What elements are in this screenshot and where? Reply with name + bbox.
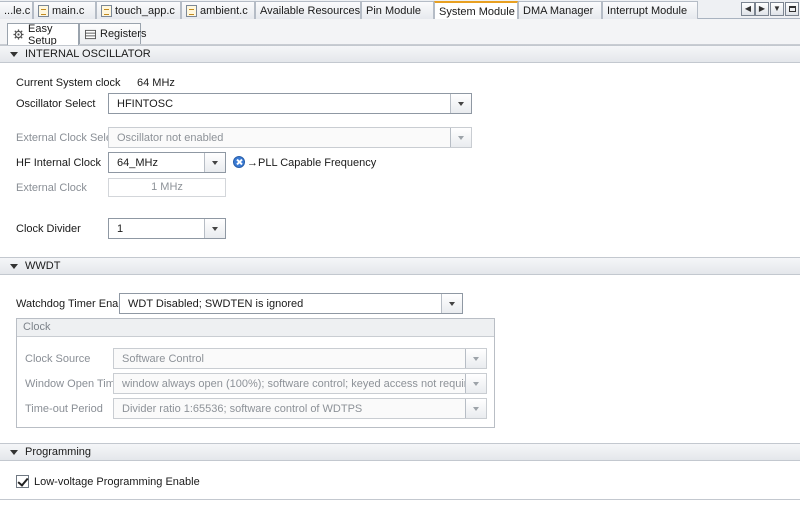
bottom-divider — [0, 499, 800, 500]
clock-source-label: Clock Source — [25, 353, 91, 365]
chevron-down-icon[interactable] — [465, 349, 486, 368]
tab-label: DMA Manager — [523, 4, 594, 17]
tab-label: main.c — [52, 4, 85, 17]
c-file-icon — [186, 4, 197, 17]
chevron-down-icon[interactable] — [441, 294, 462, 313]
tab-label: Interrupt Module — [607, 4, 688, 17]
section-title: Programming — [25, 446, 92, 458]
chevron-down-icon[interactable] — [450, 94, 471, 113]
tab-label: System Module — [439, 5, 515, 18]
tab-label: ...le.c — [4, 4, 31, 17]
editor-tab-bar: ...le.c main.c touch_app.c ambient.c Ava… — [0, 0, 800, 20]
tab-easy-setup[interactable]: Easy Setup — [7, 22, 79, 47]
dropdown-value: 1 — [117, 223, 124, 235]
view-tab-bar: Easy Setup Registers — [0, 19, 800, 47]
external-clock-select-dropdown[interactable]: Oscillator not enabled — [108, 127, 472, 148]
c-file-icon — [101, 4, 112, 17]
tab-available-resources[interactable]: Available Resources — [255, 1, 361, 19]
pll-info-icon — [233, 156, 245, 168]
watchdog-enable-dropdown[interactable]: WDT Disabled; SWDTEN is ignored — [119, 293, 463, 314]
chevron-down-icon[interactable] — [450, 128, 471, 147]
pll-capable-note: →PLL Capable Frequency — [247, 157, 377, 169]
current-clock-value: 64 MHz — [137, 77, 175, 89]
table-icon — [85, 29, 96, 39]
hf-internal-clock-dropdown[interactable]: 64_MHz — [108, 152, 226, 173]
timeout-period-label: Time-out Period — [25, 403, 103, 415]
dropdown-value: Oscillator not enabled — [117, 132, 224, 144]
system-module-panel: INTERNAL OSCILLATOR Current System clock… — [0, 45, 800, 506]
gear-icon — [13, 29, 24, 40]
dropdown-value: window always open (100%); software cont… — [122, 378, 480, 390]
dropdown-value: Software Control — [122, 353, 204, 365]
lvp-label: Low-voltage Programming Enable — [34, 476, 200, 488]
dropdown-value: Divider ratio 1:65536; software control … — [122, 403, 363, 415]
tab-label: Easy Setup — [28, 22, 57, 47]
dropdown-value: WDT Disabled; SWDTEN is ignored — [128, 298, 304, 310]
window-open-time-dropdown[interactable]: window always open (100%); software cont… — [113, 373, 487, 394]
collapse-icon[interactable] — [10, 449, 18, 455]
external-clock-select-label: External Clock Select — [16, 132, 121, 144]
timeout-period-dropdown[interactable]: Divider ratio 1:65536; software control … — [113, 398, 487, 419]
current-clock-label: Current System clock — [16, 77, 121, 89]
c-file-icon — [38, 4, 49, 17]
chevron-down-icon[interactable] — [204, 219, 225, 238]
chevron-down-icon[interactable] — [465, 399, 486, 418]
oscillator-select-dropdown[interactable]: HFINTOSC — [108, 93, 472, 114]
collapse-icon[interactable] — [10, 51, 18, 57]
programming-header[interactable]: Programming — [0, 443, 800, 461]
lvp-checkbox[interactable] — [16, 475, 29, 488]
tab-label: touch_app.c — [115, 4, 175, 17]
window-open-time-label: Window Open Time — [25, 378, 121, 390]
tab-ambient-c[interactable]: ambient.c — [181, 1, 255, 19]
clock-divider-dropdown[interactable]: 1 — [108, 218, 226, 239]
dropdown-value: HFINTOSC — [117, 98, 174, 110]
section-title: INTERNAL OSCILLATOR — [25, 48, 151, 60]
tab-system-module[interactable]: System Module — [434, 1, 518, 20]
dropdown-value: 64_MHz — [117, 157, 158, 169]
watchdog-enable-label: Watchdog Timer Enable — [16, 298, 133, 310]
clock-source-dropdown[interactable]: Software Control — [113, 348, 487, 369]
clock-divider-label: Clock Divider — [16, 223, 81, 235]
scroll-right-icon[interactable]: ▶ — [755, 2, 769, 16]
clock-group: Clock Clock Source Software Control Wind… — [16, 318, 495, 428]
external-clock-field[interactable]: 1 MHz — [108, 178, 226, 197]
tab-label: Registers — [100, 28, 147, 40]
tab-pin-module[interactable]: Pin Module — [361, 1, 434, 19]
tab-label: Available Resources — [260, 4, 361, 17]
hf-internal-clock-label: HF Internal Clock — [16, 157, 101, 169]
tab-dma-manager[interactable]: DMA Manager — [518, 1, 602, 19]
scroll-left-icon[interactable]: ◀ — [741, 2, 755, 16]
section-title: WWDT — [25, 260, 61, 272]
tab-list-icon[interactable]: ▼ — [770, 2, 784, 16]
wwdt-header[interactable]: WWDT — [0, 257, 800, 275]
collapse-icon[interactable] — [10, 263, 18, 269]
oscillator-select-label: Oscillator Select — [16, 98, 96, 110]
tab-main-c[interactable]: main.c — [33, 1, 96, 19]
tab-label: ambient.c — [200, 4, 248, 17]
external-clock-label: External Clock — [16, 182, 87, 194]
tab-registers[interactable]: Registers — [79, 23, 146, 44]
tab-label: Pin Module — [366, 4, 422, 17]
clock-group-title: Clock — [17, 319, 494, 337]
tab-interrupt-module[interactable]: Interrupt Module — [602, 1, 698, 19]
tab-file-le-c[interactable]: ...le.c — [0, 1, 33, 19]
maximize-icon[interactable] — [785, 2, 799, 16]
chevron-down-icon[interactable] — [204, 153, 225, 172]
internal-oscillator-header[interactable]: INTERNAL OSCILLATOR — [0, 45, 800, 63]
chevron-down-icon[interactable] — [465, 374, 486, 393]
tab-touch-app-c[interactable]: touch_app.c — [96, 1, 181, 19]
